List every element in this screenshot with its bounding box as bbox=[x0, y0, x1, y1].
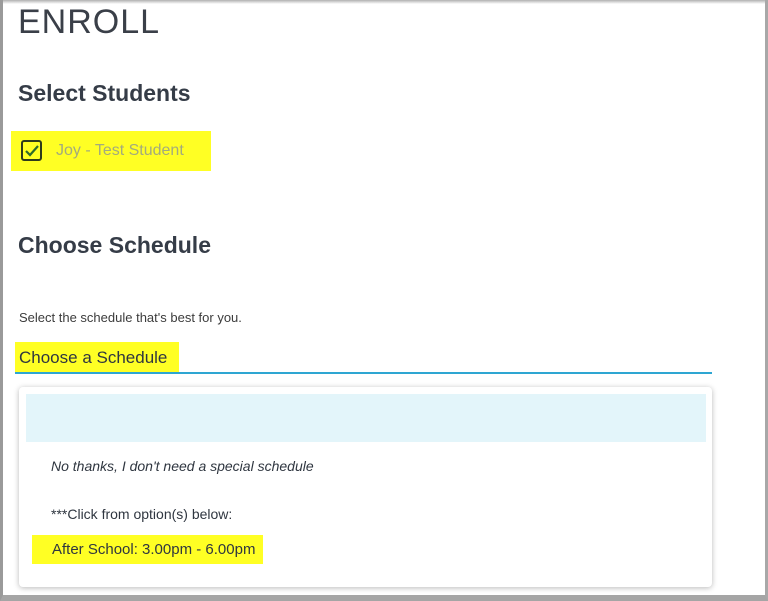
schedule-select-value[interactable]: Choose a Schedule bbox=[15, 342, 180, 374]
page-title: ENROLL bbox=[18, 3, 161, 41]
student-label: Joy - Test Student bbox=[56, 142, 184, 159]
dropdown-option-header: ***Click from option(s) below: bbox=[51, 506, 233, 522]
dropdown-option-no-schedule[interactable]: No thanks, I don't need a special schedu… bbox=[51, 458, 314, 474]
schedule-dropdown: No thanks, I don't need a special schedu… bbox=[19, 387, 712, 587]
student-checkbox-row[interactable]: Joy - Test Student bbox=[11, 131, 211, 171]
choose-schedule-heading: Choose Schedule bbox=[18, 232, 211, 258]
enroll-panel: ENROLL Select Students Joy - Test Studen… bbox=[0, 0, 768, 601]
schedule-help-text: Select the schedule that's best for you. bbox=[19, 310, 242, 325]
select-underline bbox=[15, 372, 712, 374]
checkbox-checked-icon[interactable] bbox=[21, 140, 42, 161]
dropdown-option-blank[interactable] bbox=[26, 394, 706, 442]
dropdown-option-after-school[interactable]: After School: 3.00pm - 6.00pm bbox=[32, 535, 264, 564]
schedule-select[interactable]: Choose a Schedule bbox=[15, 342, 712, 374]
select-students-heading: Select Students bbox=[18, 80, 191, 106]
